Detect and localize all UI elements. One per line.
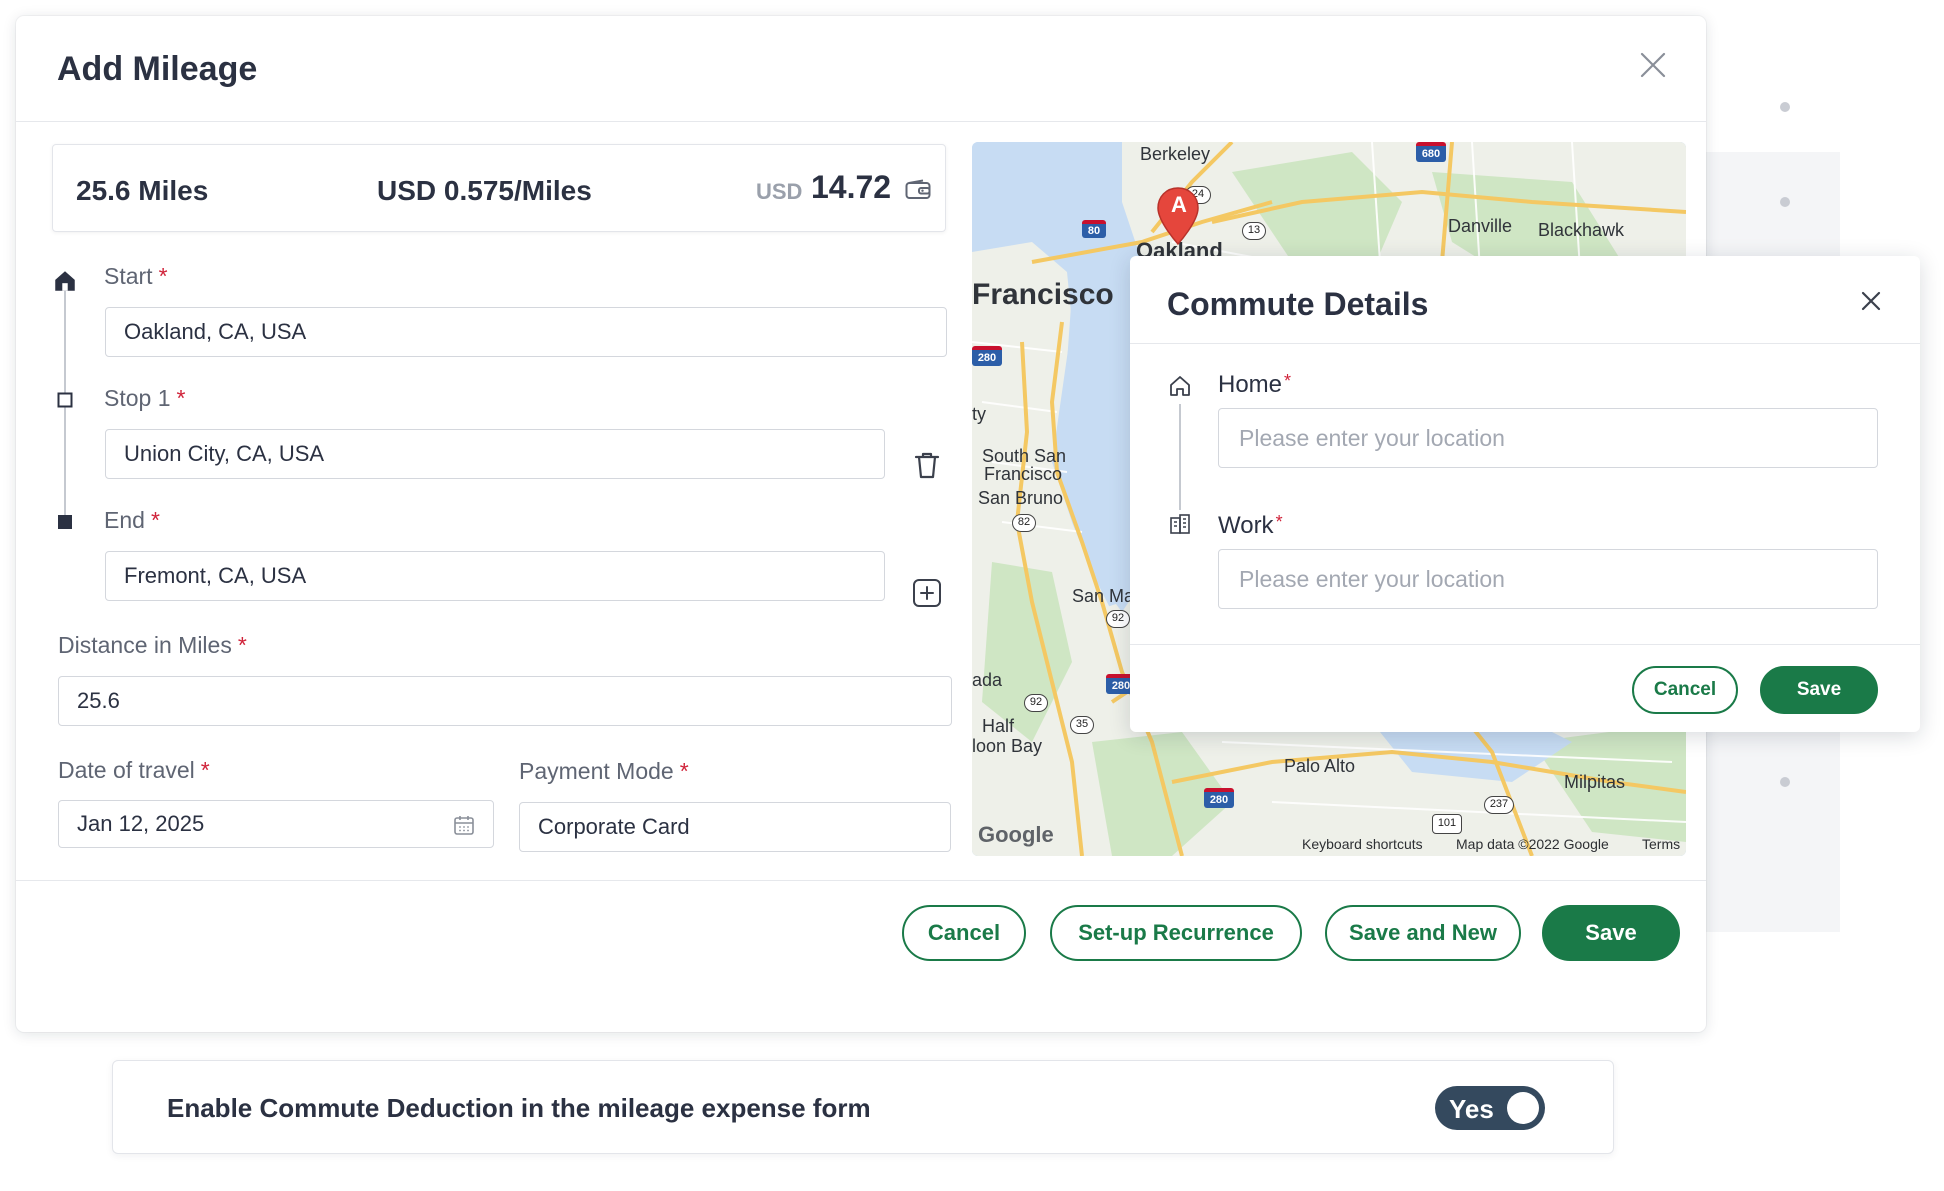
start-label: Start * (104, 263, 168, 289)
trash-icon[interactable] (910, 448, 944, 482)
decor-dot (1780, 102, 1790, 112)
end-input[interactable] (105, 551, 885, 601)
commute-deduction-toggle[interactable]: Yes (1435, 1086, 1545, 1130)
wallet-icon (905, 179, 931, 199)
map-place-label: Berkeley (1140, 144, 1211, 164)
stop1-input[interactable] (105, 429, 885, 479)
payment-label: Payment Mode * (519, 758, 689, 784)
commute-deduction-setting: Enable Commute Deduction in the mileage … (112, 1060, 1614, 1154)
shield-680: 680 (1416, 142, 1446, 162)
commute-footer-divider (1130, 644, 1920, 645)
work-location-input[interactable] (1218, 549, 1878, 609)
decor-dot (1780, 197, 1790, 207)
home-icon (1170, 376, 1190, 396)
plus-icon[interactable] (910, 576, 944, 610)
summary-miles: 25.6 Miles (76, 175, 209, 206)
payment-mode-select[interactable] (519, 802, 951, 852)
commute-details-dialog: Commute Details Home* Work* Cancel Save (1130, 256, 1920, 732)
save-and-new-button[interactable]: Save and New (1325, 905, 1521, 961)
date-label: Date of travel * (58, 757, 210, 783)
summary-rate: USD 0.575/Miles (377, 175, 592, 206)
map-place-label: Palo Alto (1284, 756, 1356, 776)
close-icon[interactable] (1638, 50, 1668, 80)
home-label: Home * (1218, 371, 1292, 398)
toggle-text: Yes (1449, 1094, 1494, 1124)
shield-237: 237 (1484, 796, 1514, 814)
calendar-icon[interactable] (452, 813, 476, 837)
commute-connector (1179, 404, 1181, 510)
map-place-label: San Ma (1072, 586, 1135, 606)
modal-title: Add Mileage (57, 50, 258, 88)
map-place-label: San Bruno (978, 488, 1064, 508)
map-place-label: Francisco (984, 464, 1063, 484)
map-place-label: ada (972, 670, 1003, 690)
map-place-label: Milpitas (1564, 772, 1626, 792)
map-place-label: Half (982, 716, 1015, 736)
map-place-label: Danville (1448, 216, 1513, 236)
start-input[interactable] (105, 307, 947, 357)
square-icon (58, 515, 72, 529)
mileage-summary: 25.6 Miles USD 0.575/Miles USD 14.72 (52, 144, 946, 232)
map-place-label: Francisco (972, 278, 1114, 311)
commute-deduction-label: Enable Commute Deduction in the mileage … (167, 1093, 871, 1123)
google-logo: Google (978, 822, 1054, 847)
end-label: End * (104, 507, 160, 533)
commute-title: Commute Details (1167, 286, 1429, 322)
stop1-label: Stop 1 * (104, 385, 186, 411)
building-icon (1170, 514, 1190, 534)
summary-amount: 14.72 (811, 169, 892, 205)
shield-13: 13 (1242, 222, 1266, 240)
decor-dot (1780, 777, 1790, 787)
map-place-label: Blackhawk (1538, 220, 1625, 240)
terms-link[interactable]: Terms (1642, 836, 1680, 852)
cancel-button[interactable]: Cancel (902, 905, 1026, 961)
home-icon (55, 271, 75, 291)
distance-label: Distance in Miles * (58, 632, 247, 658)
square-icon (57, 392, 73, 408)
shield-280: 280 (972, 346, 1002, 366)
close-icon[interactable] (1860, 290, 1882, 312)
modal-header: Add Mileage (16, 16, 1706, 122)
shield-82: 82 (1012, 514, 1036, 532)
commute-header: Commute Details (1130, 256, 1920, 344)
shield-92: 92 (1106, 610, 1130, 628)
work-label: Work * (1218, 512, 1283, 539)
home-location-input[interactable] (1218, 408, 1878, 468)
commute-cancel-button[interactable]: Cancel (1632, 666, 1738, 714)
map-pin-label: A (1171, 192, 1187, 217)
distance-input[interactable] (58, 676, 952, 726)
summary-currency: USD (756, 179, 803, 204)
map-place-label: loon Bay (972, 736, 1043, 756)
commute-save-button[interactable]: Save (1760, 666, 1878, 714)
shield-280: 280 (1204, 788, 1234, 808)
toggle-knob (1507, 1092, 1539, 1124)
map-data-attribution: Map data ©2022 Google (1456, 836, 1609, 852)
keyboard-shortcuts-link[interactable]: Keyboard shortcuts (1302, 836, 1423, 852)
map-place-label: ty (972, 404, 987, 424)
footer-divider (16, 880, 1706, 881)
shield-35: 35 (1070, 716, 1094, 734)
shield-101: 101 (1432, 814, 1462, 834)
shield-80: 80 (1082, 220, 1106, 238)
date-input[interactable] (58, 800, 494, 848)
setup-recurrence-button[interactable]: Set-up Recurrence (1050, 905, 1302, 961)
save-button[interactable]: Save (1542, 905, 1680, 961)
shield-92: 92 (1024, 694, 1048, 712)
